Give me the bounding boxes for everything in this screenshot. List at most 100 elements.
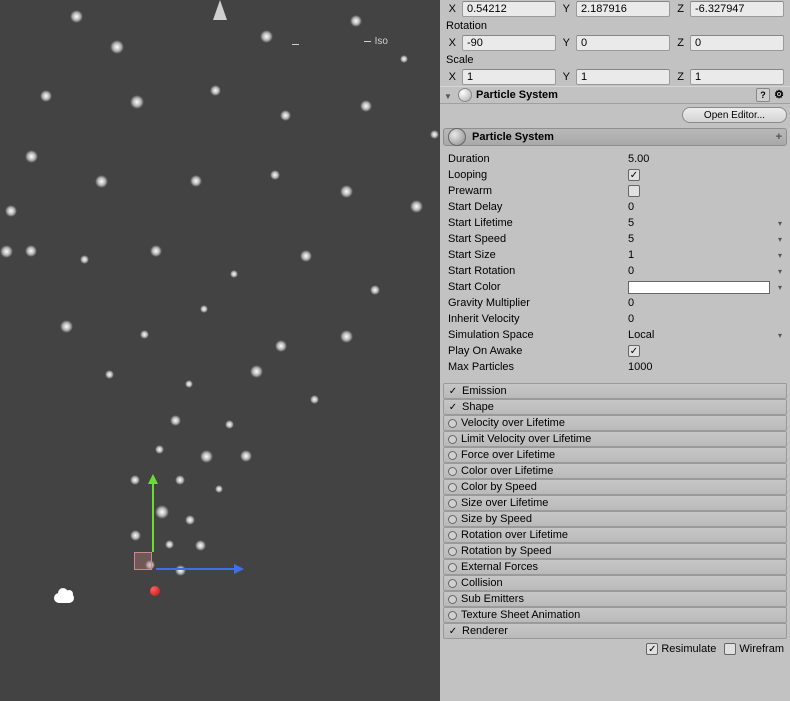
- particle: [95, 175, 108, 188]
- start-size-input[interactable]: [628, 249, 778, 261]
- check-icon[interactable]: ✓: [448, 386, 458, 396]
- particle: [140, 330, 149, 339]
- module-row-color-by-speed[interactable]: Color by Speed: [443, 479, 787, 495]
- scale-y-input[interactable]: [576, 69, 670, 85]
- module-row-texture-sheet-animation[interactable]: Texture Sheet Animation: [443, 607, 787, 623]
- module-row-sub-emitters[interactable]: Sub Emitters: [443, 591, 787, 607]
- scale-label: Scale: [440, 52, 790, 68]
- dropdown-icon[interactable]: ▾: [778, 251, 782, 260]
- dropdown-icon[interactable]: ▾: [778, 331, 782, 340]
- module-row-external-forces[interactable]: External Forces: [443, 559, 787, 575]
- module-row-collision[interactable]: Collision: [443, 575, 787, 591]
- module-row-rotation-by-speed[interactable]: Rotation by Speed: [443, 543, 787, 559]
- help-icon[interactable]: ?: [756, 88, 770, 102]
- position-y-input[interactable]: [576, 1, 670, 17]
- module-row-shape[interactable]: ✓ Shape: [443, 399, 787, 415]
- rotation-y-input[interactable]: [576, 35, 670, 51]
- position-z-input[interactable]: [690, 1, 784, 17]
- gear-icon[interactable]: ⚙: [772, 88, 786, 102]
- rotation-z-input[interactable]: [690, 35, 784, 51]
- radio-icon[interactable]: [448, 579, 457, 588]
- radio-icon[interactable]: [448, 515, 457, 524]
- max-particles-input[interactable]: [628, 361, 782, 373]
- start-rotation-input[interactable]: [628, 265, 778, 277]
- inherit-velocity-label: Inherit Velocity: [448, 313, 628, 325]
- main-module-header[interactable]: Particle System +: [443, 128, 787, 146]
- particle: [130, 95, 144, 109]
- module-row-rotation-over-lifetime[interactable]: Rotation over Lifetime: [443, 527, 787, 543]
- module-label: Shape: [462, 401, 494, 413]
- particle: [215, 485, 223, 493]
- radio-icon[interactable]: [448, 483, 457, 492]
- duration-input[interactable]: [628, 153, 782, 165]
- particle-system-header[interactable]: Particle System ? ⚙: [440, 86, 790, 104]
- dropdown-icon[interactable]: ▾: [778, 219, 782, 228]
- start-color-swatch[interactable]: [628, 281, 770, 294]
- dropdown-icon[interactable]: ▾: [778, 267, 782, 276]
- particle: [340, 330, 353, 343]
- start-size-label: Start Size: [448, 249, 628, 261]
- module-row-color-over-lifetime[interactable]: Color over Lifetime: [443, 463, 787, 479]
- check-icon[interactable]: ✓: [448, 402, 458, 412]
- radio-icon[interactable]: [448, 451, 457, 460]
- radio-icon[interactable]: [448, 547, 457, 556]
- sim-space-input[interactable]: [628, 329, 778, 341]
- scale-row: X Y Z: [440, 68, 790, 86]
- radio-icon[interactable]: [448, 499, 457, 508]
- position-x-input[interactable]: [462, 1, 556, 17]
- main-module-props: Duration Looping✓ Prewarm Start Delay St…: [440, 148, 790, 383]
- rotation-x-input[interactable]: [462, 35, 556, 51]
- wireframe-toggle[interactable]: Wirefram: [724, 643, 784, 655]
- play-on-awake-checkbox[interactable]: ✓: [628, 345, 640, 357]
- prewarm-checkbox[interactable]: [628, 185, 640, 197]
- radio-icon[interactable]: [448, 563, 457, 572]
- particle: [155, 505, 169, 519]
- module-row-emission[interactable]: ✓ Emission: [443, 383, 787, 399]
- gizmo-origin-box[interactable]: [134, 552, 152, 570]
- particle: [280, 110, 291, 121]
- inspector-panel: X Y Z Rotation X Y Z Scale X Y Z Particl…: [440, 0, 790, 701]
- module-row-force-over-lifetime[interactable]: Force over Lifetime: [443, 447, 787, 463]
- dropdown-icon[interactable]: ▾: [778, 283, 782, 292]
- radio-icon[interactable]: [448, 595, 457, 604]
- gizmo-y-axis[interactable]: [152, 482, 154, 552]
- particle-system-icon: [458, 88, 472, 102]
- radio-icon[interactable]: [448, 435, 457, 444]
- start-lifetime-input[interactable]: [628, 217, 778, 229]
- check-icon[interactable]: ✓: [448, 626, 458, 636]
- dropdown-icon[interactable]: ▾: [778, 235, 782, 244]
- looping-checkbox[interactable]: ✓: [628, 169, 640, 181]
- module-row-renderer[interactable]: ✓Renderer: [443, 623, 787, 639]
- add-module-icon[interactable]: +: [776, 131, 782, 143]
- radio-icon[interactable]: [448, 419, 457, 428]
- particle: [195, 540, 206, 551]
- axis-y-label: Y: [560, 3, 572, 15]
- start-speed-input[interactable]: [628, 233, 778, 245]
- gravity-input[interactable]: [628, 297, 782, 309]
- module-label: Emission: [462, 385, 507, 397]
- scale-x-input[interactable]: [462, 69, 556, 85]
- foldout-icon[interactable]: [444, 90, 454, 100]
- particle: [275, 340, 287, 352]
- module-row-size-over-lifetime[interactable]: Size over Lifetime: [443, 495, 787, 511]
- particle: [350, 15, 362, 27]
- open-editor-button[interactable]: Open Editor...: [682, 107, 787, 123]
- scene-viewport[interactable]: Iso: [0, 0, 440, 701]
- scale-z-input[interactable]: [690, 69, 784, 85]
- particle: [370, 285, 380, 295]
- particle: [185, 380, 193, 388]
- inherit-velocity-input[interactable]: [628, 313, 782, 325]
- gizmo-x-axis[interactable]: [156, 568, 236, 570]
- start-lifetime-label: Start Lifetime: [448, 217, 628, 229]
- module-row-size-by-speed[interactable]: Size by Speed: [443, 511, 787, 527]
- module-row-velocity-over-lifetime[interactable]: Velocity over Lifetime: [443, 415, 787, 431]
- module-label: Rotation by Speed: [461, 545, 552, 557]
- radio-icon[interactable]: [448, 611, 457, 620]
- module-row-limit-velocity-over-lifetime[interactable]: Limit Velocity over Lifetime: [443, 431, 787, 447]
- start-delay-input[interactable]: [628, 201, 782, 213]
- radio-icon[interactable]: [448, 467, 457, 476]
- particle: [80, 255, 89, 264]
- resimulate-toggle[interactable]: ✓Resimulate: [646, 643, 716, 655]
- particle: [25, 150, 38, 163]
- radio-icon[interactable]: [448, 531, 457, 540]
